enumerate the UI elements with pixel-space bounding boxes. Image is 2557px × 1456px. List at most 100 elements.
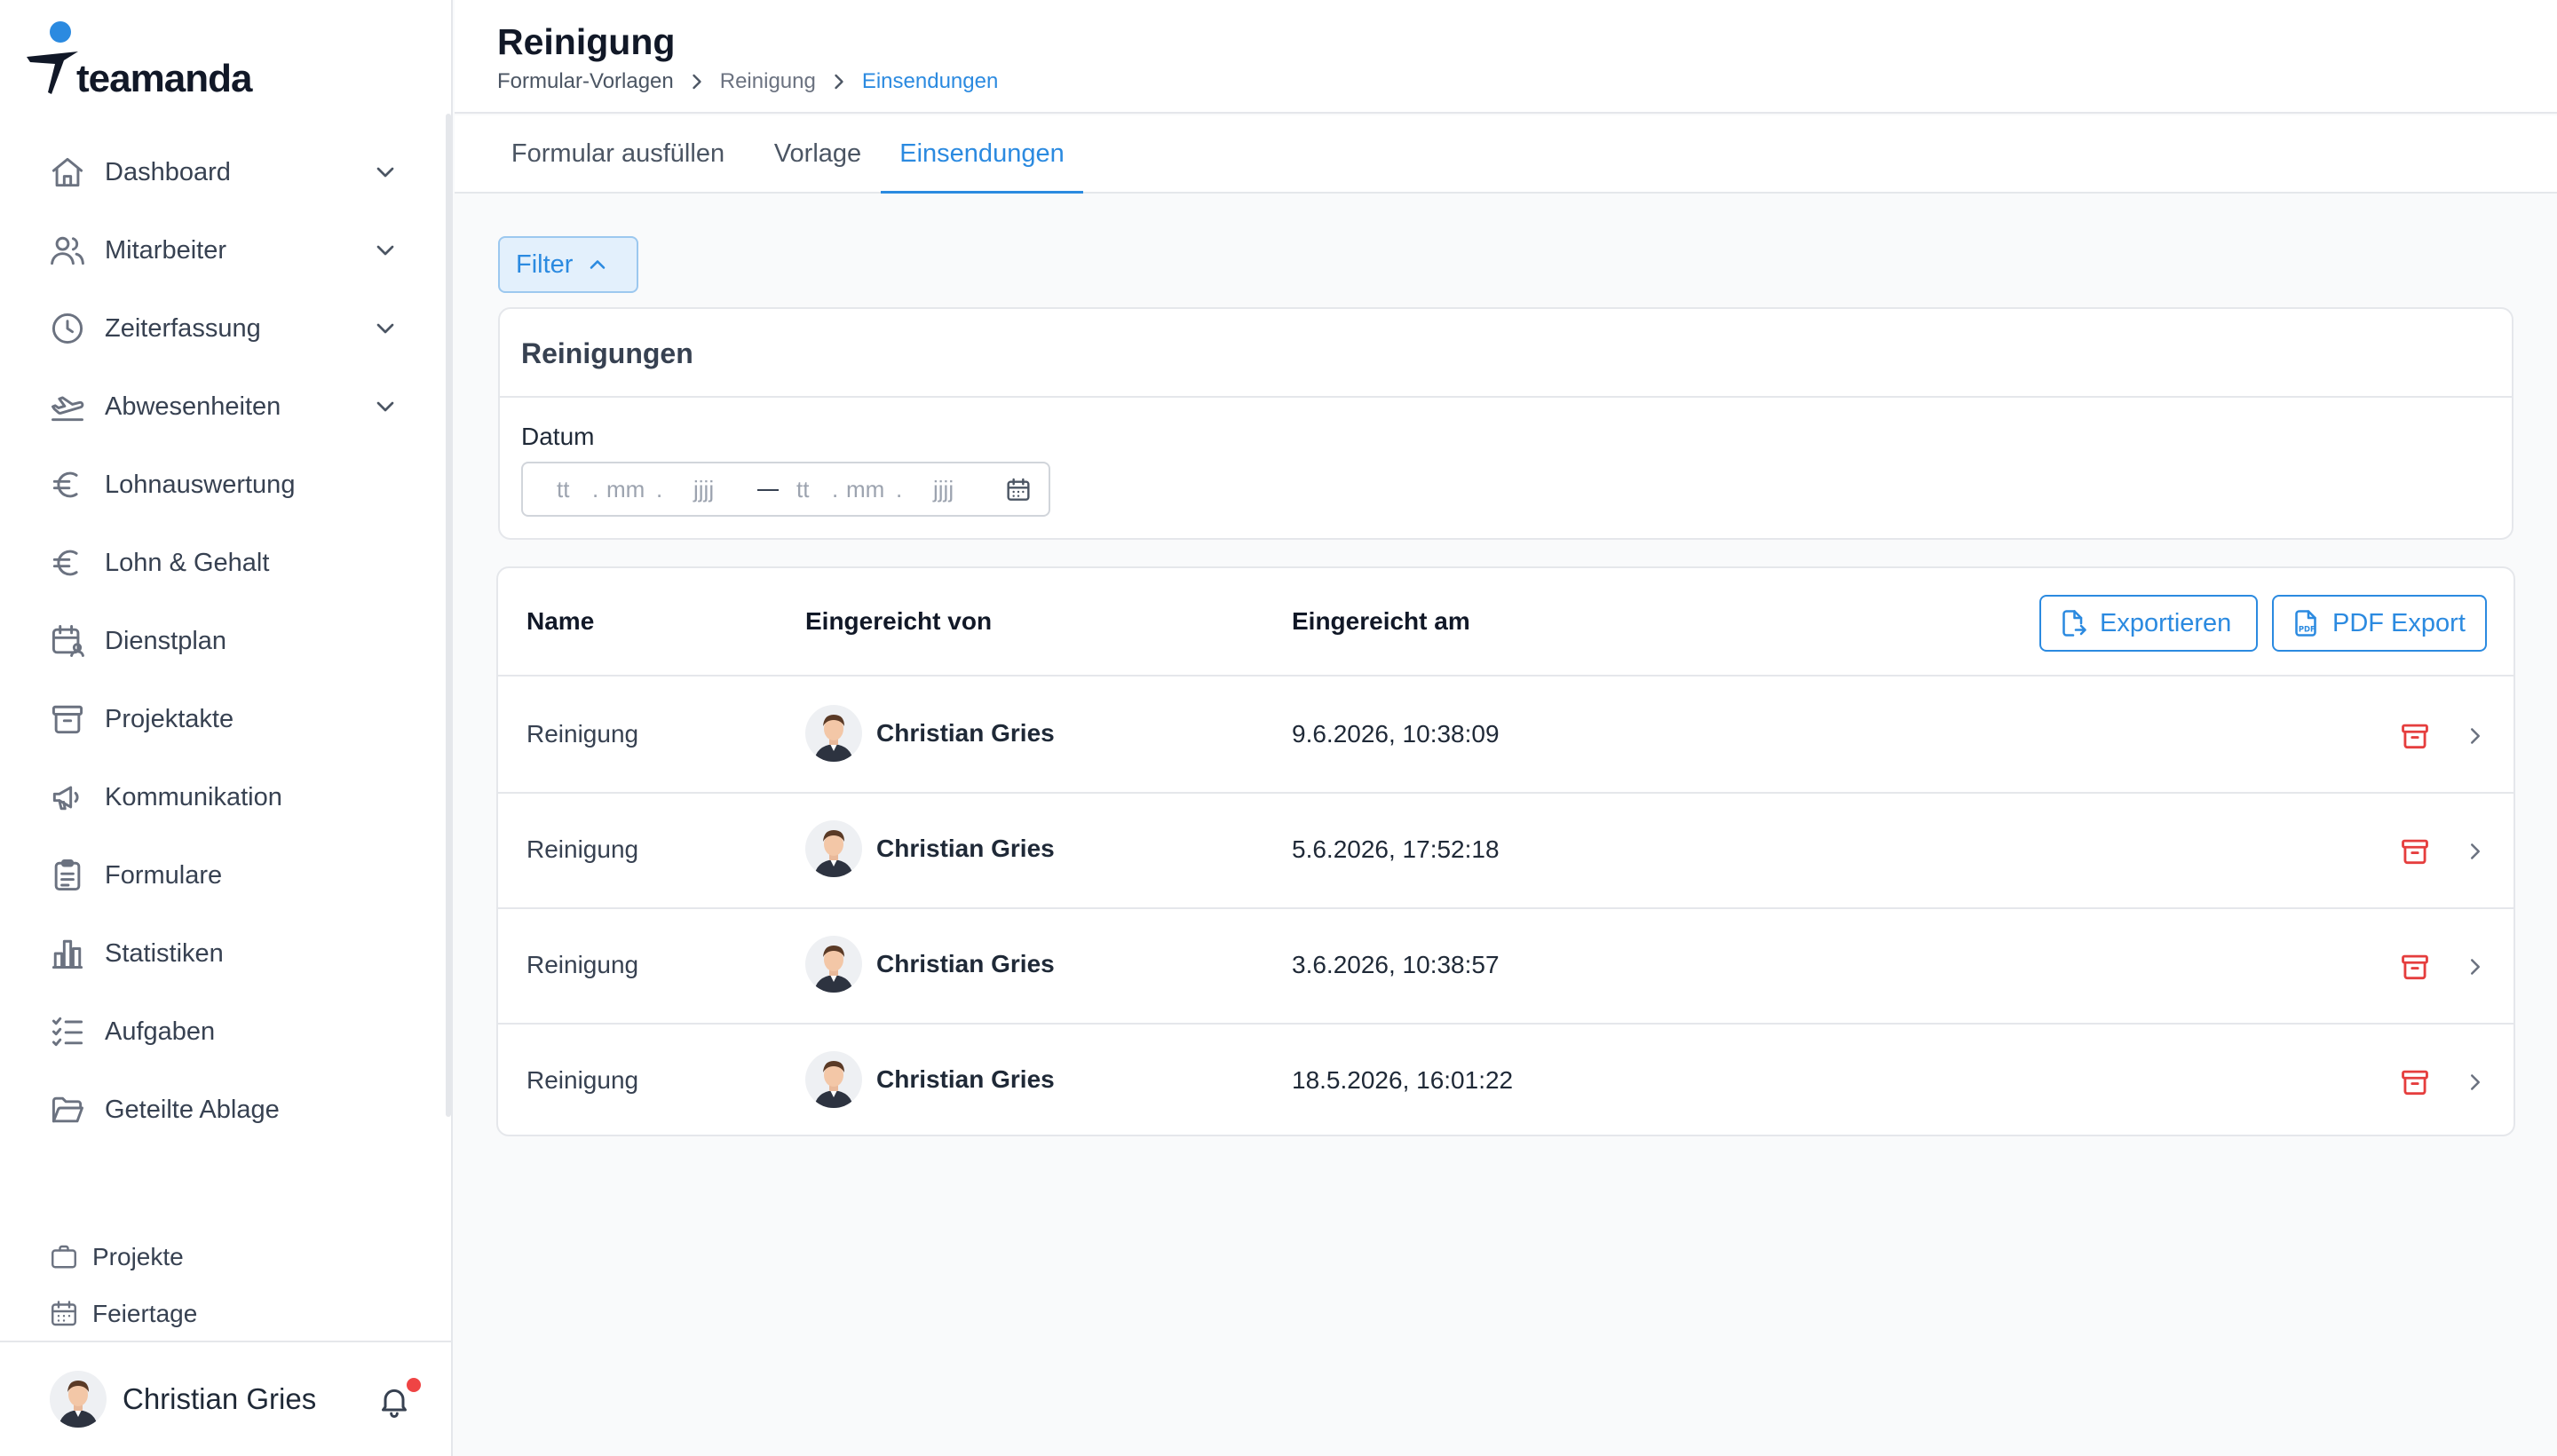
chevron-down-icon[interactable]	[371, 158, 400, 186]
breadcrumb-item-reinigung[interactable]: Reinigung	[720, 69, 816, 94]
chevron-right-icon[interactable]	[2462, 723, 2489, 749]
date-range-input[interactable]: tt . mm . jjjj tt . mm . jjjj	[521, 462, 1050, 517]
filter-toggle-button[interactable]: Filter	[498, 236, 638, 293]
date-range-dash	[757, 489, 779, 491]
row-submitted-at: 5.6.2026, 17:52:18	[1292, 835, 1500, 863]
teamanda-logo[interactable]: teamanda	[25, 18, 256, 100]
sidebar-item-label: Statistiken	[105, 938, 224, 968]
table-row[interactable]: Reinigung Christian Gries 3.6.2026, 10:38:…	[498, 909, 2513, 1025]
sidebar-item-aufgaben[interactable]: Aufgaben	[0, 993, 444, 1071]
sidebar-item-label: Projekte	[92, 1243, 184, 1270]
tab-einsendungen[interactable]: Einsendungen	[881, 115, 1083, 194]
filter-panel-title: Reinigungen	[521, 337, 693, 369]
sidebar-item-formulare[interactable]: Formulare	[0, 836, 444, 914]
clock-icon	[48, 309, 87, 348]
euro-icon	[48, 543, 87, 582]
calendar-icon[interactable]	[1004, 476, 1033, 504]
date-to-year[interactable]: jjjj	[933, 476, 954, 503]
chevron-right-icon[interactable]	[2462, 1069, 2489, 1096]
export-button-label: Exportieren	[2100, 608, 2232, 637]
chevron-down-icon[interactable]	[371, 314, 400, 343]
row-submitted-at: 3.6.2026, 10:38:57	[1292, 951, 1500, 978]
folder-open-icon	[48, 1090, 87, 1129]
chevron-right-icon	[827, 69, 851, 94]
sidebar-item-feiertage[interactable]: Feiertage	[0, 1286, 444, 1342]
pdf-export-button-label: PDF Export	[2332, 608, 2466, 637]
sidebar-secondary-nav: Projekte Feiertage	[0, 1229, 444, 1342]
date-to-month[interactable]: mm	[846, 476, 884, 503]
column-header-submitted-at[interactable]: Eingereicht am	[1292, 607, 1470, 636]
row-submitter: Christian Gries	[805, 705, 1055, 762]
user-footer[interactable]: Christian Gries	[0, 1341, 451, 1456]
sidebar-nav: Dashboard Mitarbeiter Zeiterfassung Abwesen…	[0, 133, 444, 1149]
table-row[interactable]: Reinigung Christian Gries 5.6.2026, 17:52:…	[498, 794, 2513, 909]
euro-icon	[48, 465, 87, 504]
table-header: Name Eingereicht von Eingereicht am Expo…	[498, 568, 2513, 677]
sidebar-scrollbar[interactable]	[446, 114, 451, 1117]
avatar	[805, 705, 862, 762]
archive-box-icon	[48, 700, 87, 739]
user-avatar[interactable]	[50, 1371, 107, 1428]
table-row[interactable]: Reinigung Christian Gries 9.6.2026, 10:38:…	[498, 678, 2513, 794]
archive-icon[interactable]	[2398, 1065, 2432, 1099]
breadcrumb-item-formular-vorlagen[interactable]: Formular-Vorlagen	[497, 69, 674, 94]
sidebar-item-lohn-gehalt[interactable]: Lohn & Gehalt	[0, 524, 444, 602]
bell-icon[interactable]	[376, 1383, 412, 1419]
pdf-export-button[interactable]: PDF PDF Export	[2272, 595, 2487, 652]
row-form-name: Reinigung	[526, 951, 639, 978]
sidebar-item-zeiterfassung[interactable]: Zeiterfassung	[0, 289, 444, 368]
sidebar-item-geteilte-ablage[interactable]: Geteilte Ablage	[0, 1071, 444, 1149]
checklist-icon	[48, 1012, 87, 1051]
date-from-month[interactable]: mm	[606, 476, 645, 503]
tab-formular-ausfuellen[interactable]: Formular ausfüllen	[504, 115, 732, 194]
sidebar-item-mitarbeiter[interactable]: Mitarbeiter	[0, 211, 444, 289]
date-separator-dot: .	[896, 476, 903, 502]
sidebar-item-statistiken[interactable]: Statistiken	[0, 914, 444, 993]
row-submitter: Christian Gries	[805, 936, 1055, 993]
sidebar: teamanda Dashboard Mitarbeiter Zeiterfassu…	[0, 0, 453, 1456]
briefcase-icon	[48, 1241, 80, 1273]
date-from-day[interactable]: tt	[557, 476, 569, 503]
user-name: Christian Gries	[123, 1382, 317, 1415]
archive-icon[interactable]	[2398, 835, 2432, 868]
date-label: Datum	[521, 423, 595, 450]
row-submitter: Christian Gries	[805, 820, 1055, 877]
home-icon	[48, 153, 87, 192]
chevron-right-icon[interactable]	[2462, 838, 2489, 865]
tab-vorlage[interactable]: Vorlage	[762, 115, 874, 194]
tab-bar: Formular ausfüllen Vorlage Einsendungen	[455, 115, 2557, 194]
archive-icon[interactable]	[2398, 719, 2432, 753]
archive-icon[interactable]	[2398, 950, 2432, 984]
breadcrumb-item-einsendungen[interactable]: Einsendungen	[862, 69, 998, 94]
filter-panel: Reinigungen Datum tt . mm . jjjj tt . mm…	[498, 307, 2513, 540]
sidebar-item-label: Mitarbeiter	[105, 235, 226, 265]
date-from-year[interactable]: jjjj	[693, 476, 714, 503]
date-to-day[interactable]: tt	[796, 476, 809, 503]
chevron-right-icon[interactable]	[2462, 954, 2489, 980]
chevron-down-icon[interactable]	[371, 236, 400, 265]
sidebar-item-label: Aufgaben	[105, 1017, 216, 1046]
sidebar-item-lohnauswertung[interactable]: Lohnauswertung	[0, 446, 444, 524]
row-submitter-name: Christian Gries	[876, 719, 1055, 747]
users-icon	[48, 231, 87, 270]
sidebar-item-label: Zeiterfassung	[105, 313, 261, 343]
sidebar-item-kommunikation[interactable]: Kommunikation	[0, 758, 444, 836]
sidebar-item-label: Kommunikation	[105, 782, 282, 811]
chevron-down-icon[interactable]	[371, 392, 400, 421]
sidebar-item-abwesenheiten[interactable]: Abwesenheiten	[0, 368, 444, 446]
row-submitter: Christian Gries	[805, 1051, 1055, 1108]
sidebar-item-projekte[interactable]: Projekte	[0, 1229, 444, 1286]
column-header-submitted-by[interactable]: Eingereicht von	[805, 607, 992, 636]
clipboard-icon	[48, 856, 87, 895]
table-row[interactable]: Reinigung Christian Gries 18.5.2026, 16:01…	[498, 1025, 2513, 1135]
chevron-right-icon	[685, 69, 709, 94]
filter-button-label: Filter	[516, 249, 574, 279]
sidebar-item-dashboard[interactable]: Dashboard	[0, 133, 444, 211]
calendar-user-icon	[48, 621, 87, 661]
column-header-name[interactable]: Name	[526, 607, 594, 636]
export-button[interactable]: Exportieren	[2039, 595, 2258, 652]
sidebar-item-label: Feiertage	[92, 1300, 198, 1327]
sidebar-item-projektakte[interactable]: Projektakte	[0, 680, 444, 758]
sidebar-item-dienstplan[interactable]: Dienstplan	[0, 602, 444, 680]
file-export-icon	[2057, 607, 2089, 639]
